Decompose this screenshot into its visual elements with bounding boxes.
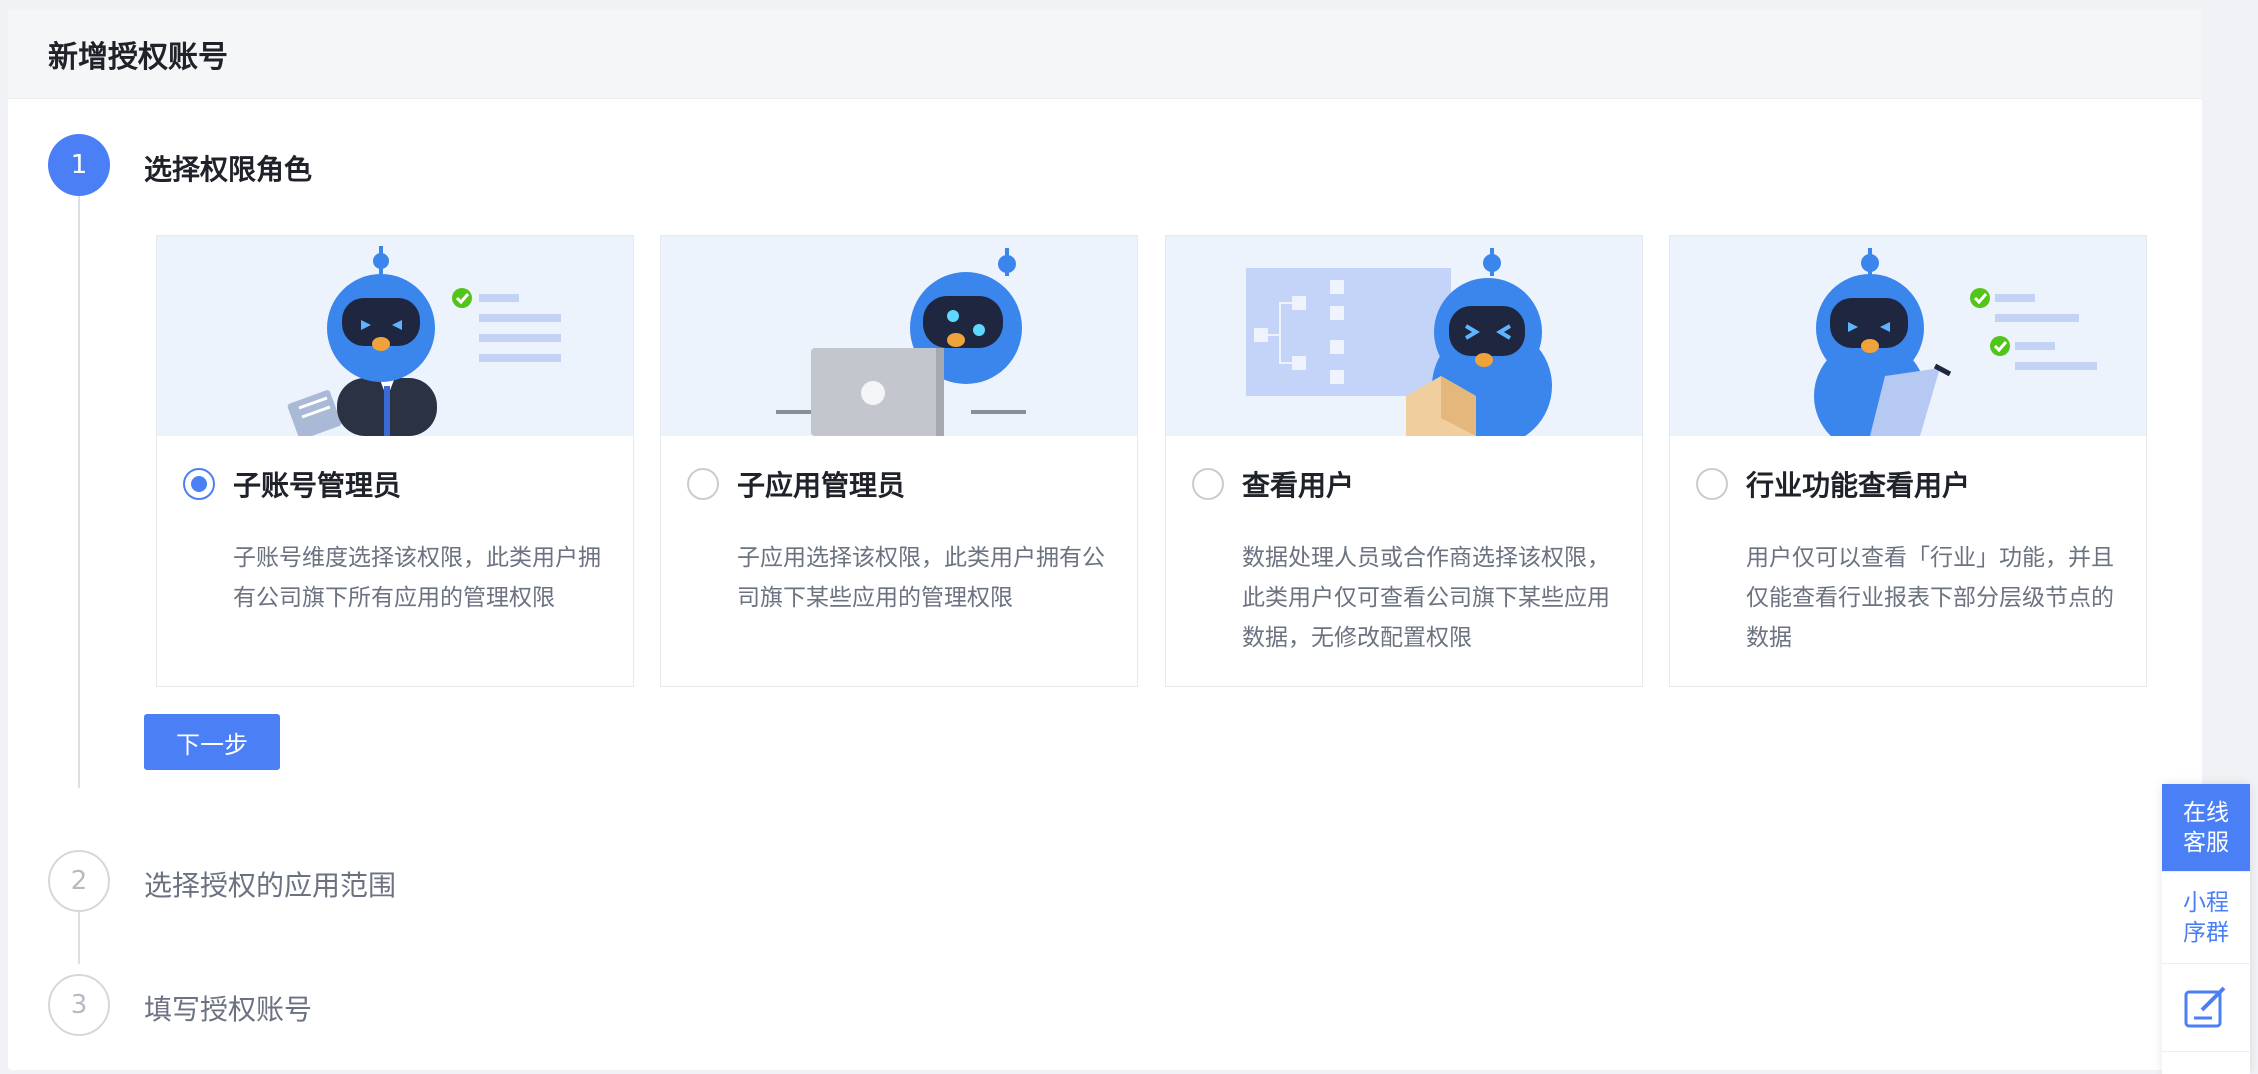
robot-flowchart-illustration (1166, 236, 1642, 436)
role-radio-sub-app-admin[interactable] (687, 468, 719, 500)
online-support-label: 在线客服 (2183, 799, 2229, 856)
role-radio-industry-viewer[interactable] (1696, 468, 1728, 500)
role-title: 行业功能查看用户 (1746, 469, 1971, 502)
role-title: 子账号管理员 (233, 469, 402, 502)
page-title: 新增授权账号 (8, 10, 2202, 99)
main-panel: 新增授权账号 1 选择权限角色 2 选择授权的应用范围 3 填写授权账号 子账号… (8, 10, 2202, 1070)
role-card-sub-app-admin[interactable]: 子应用管理员 子应用选择该权限，此类用户拥有公司旗下某些应用的管理权限 (660, 235, 1138, 687)
robot-laptop-illustration (661, 236, 1137, 436)
step-3-indicator: 3 (48, 974, 110, 1036)
role-radio-sub-account-admin[interactable] (183, 468, 215, 500)
step-1-title: 选择权限角色 (144, 153, 313, 186)
step-3-title[interactable]: 填写授权账号 (144, 988, 312, 1028)
role-title: 子应用管理员 (737, 469, 906, 502)
online-support-button[interactable]: 在线客服 (2162, 784, 2250, 872)
edit-icon (2184, 986, 2226, 1027)
role-card-viewer[interactable]: 查看用户 数据处理人员或合作商选择该权限，此类用户仅可查看公司旗下某些应用数据，… (1165, 235, 1643, 687)
role-description: 数据处理人员或合作商选择该权限，此类用户仅可查看公司旗下某些应用数据，无修改配置… (1242, 545, 1610, 651)
robot-document-illustration (157, 236, 633, 436)
role-description: 子应用选择该权限，此类用户拥有公司旗下某些应用的管理权限 (737, 545, 1105, 611)
role-description: 用户仅可以查看「行业」功能，并且仅能查看行业报表下部分层级节点的数据 (1746, 545, 2114, 651)
role-radio-viewer[interactable] (1192, 468, 1224, 500)
step-2-title[interactable]: 选择授权的应用范围 (144, 864, 396, 904)
step-1-indicator: 1 (48, 134, 110, 196)
role-description: 子账号维度选择该权限，此类用户拥有公司旗下所有应用的管理权限 (233, 545, 601, 611)
step-connector-2 (78, 912, 80, 964)
role-card-sub-account-admin[interactable]: 子账号管理员 子账号维度选择该权限，此类用户拥有公司旗下所有应用的管理权限 (156, 235, 634, 687)
robot-clipboard-illustration (1670, 236, 2146, 436)
floating-service-bar: 在线客服 小程序群 (2162, 784, 2250, 1074)
role-title: 查看用户 (1242, 469, 1355, 502)
next-step-button[interactable]: 下一步 (144, 714, 280, 770)
feedback-button[interactable] (2162, 964, 2250, 1052)
role-card-industry-viewer[interactable]: 行业功能查看用户 用户仅可以查看「行业」功能，并且仅能查看行业报表下部分层级节点… (1669, 235, 2147, 687)
step-connector-1 (78, 196, 80, 788)
miniprogram-group-label: 小程序群 (2183, 889, 2229, 946)
miniprogram-group-button[interactable]: 小程序群 (2162, 872, 2250, 964)
step-2-indicator: 2 (48, 850, 110, 912)
